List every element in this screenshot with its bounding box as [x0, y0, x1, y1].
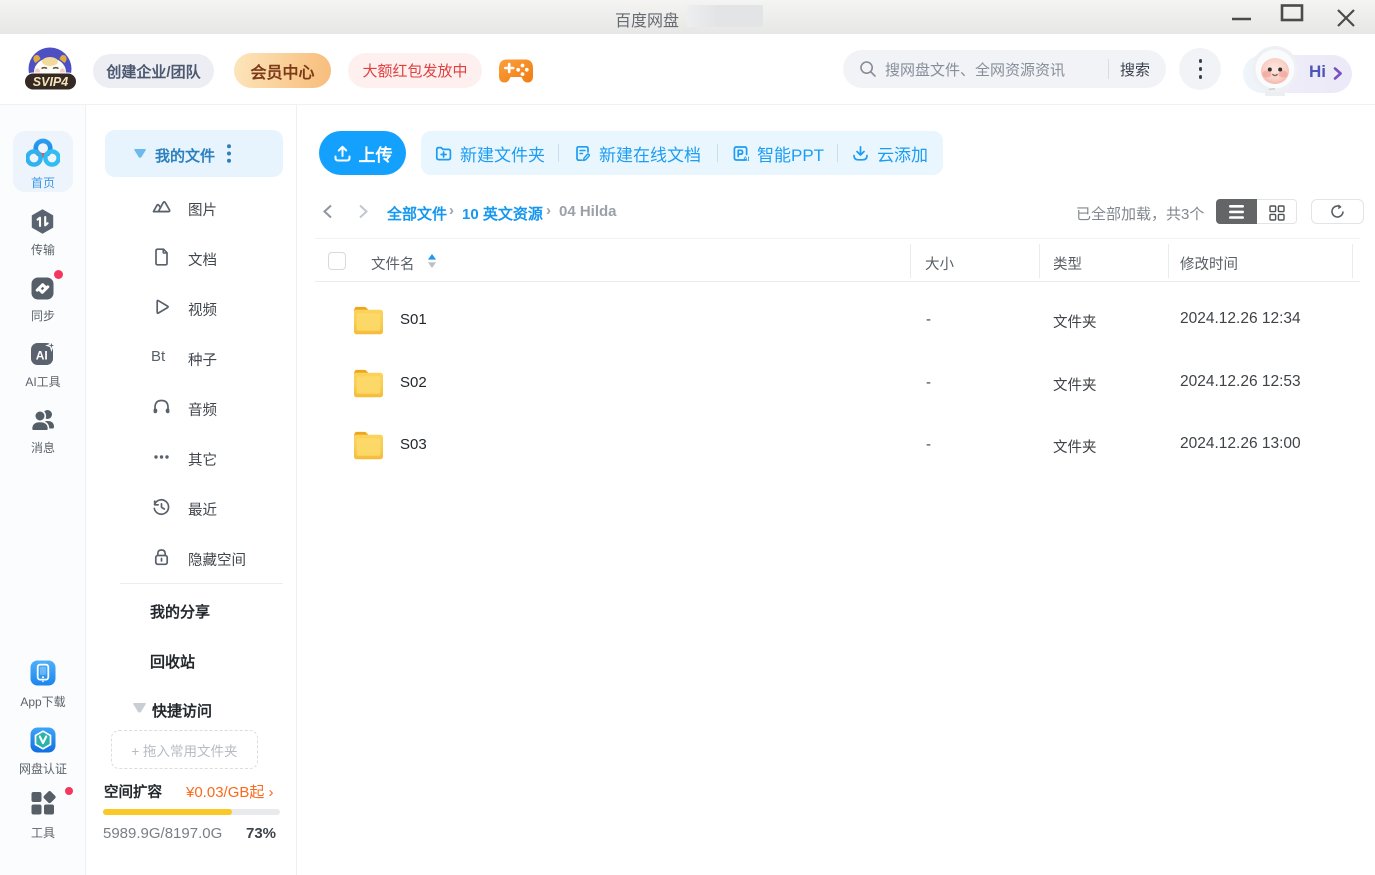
svg-text:AI: AI — [36, 349, 48, 363]
svg-text:SVIP4: SVIP4 — [33, 75, 68, 89]
svg-text:AI: AI — [743, 156, 749, 162]
